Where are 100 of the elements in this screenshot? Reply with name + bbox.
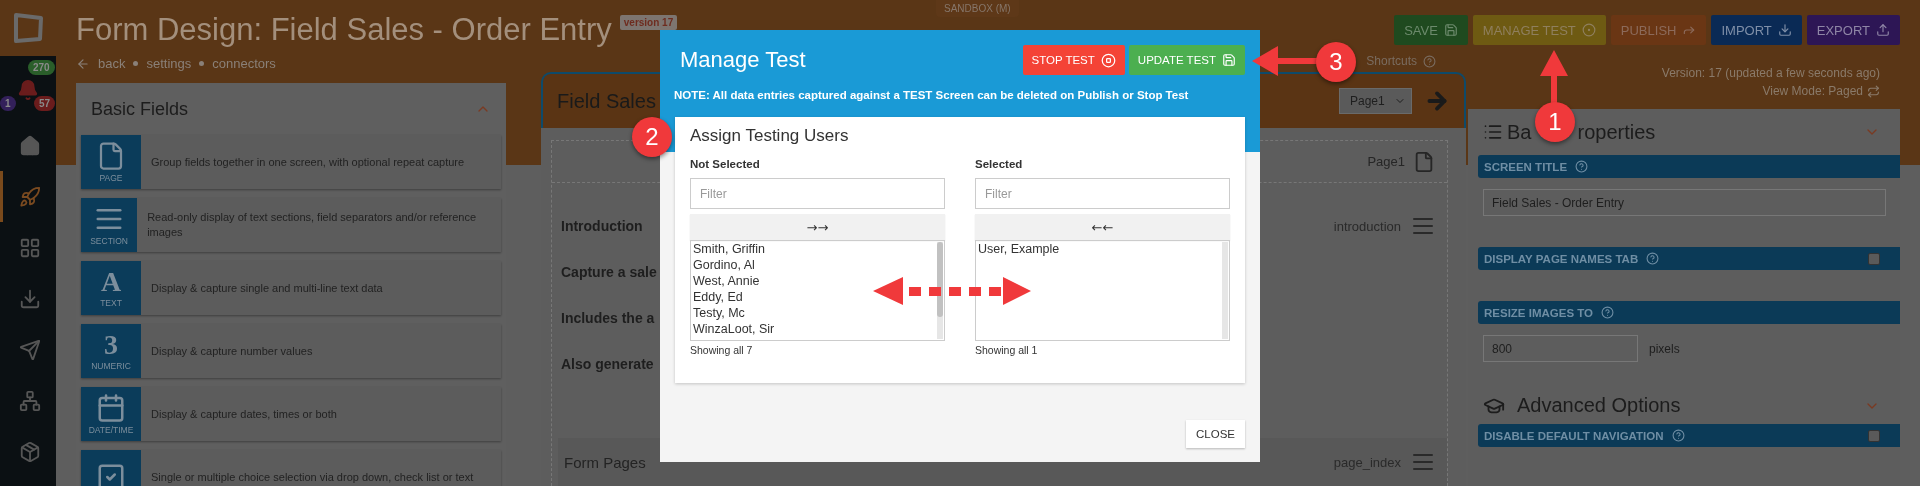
count-badge: 1 [0,96,16,111]
home-icon [18,134,41,157]
breadcrumb-link[interactable]: connectors [212,56,276,71]
field-type-card[interactable]: PAGE Group fields together in one screen, with optional repeat capture [81,135,501,189]
field-text: Capture a sale [561,264,657,280]
count-badge: 57 [34,96,56,111]
user-option[interactable]: Eddy, Ed [693,289,743,305]
update-test-button[interactable]: UPDATE TEST [1128,45,1245,75]
list-icon [1483,122,1503,142]
send-icon [18,338,41,361]
version-badge: version 17 [619,15,678,30]
sandbox-label: SANDBOX (M) [936,0,1019,17]
dot-icon [199,61,205,66]
share-arrow-icon [1682,23,1697,37]
breadcrumb-link[interactable]: back [98,56,126,71]
tile-label: SECTION [90,236,128,246]
field-label: RESIZE IMAGES TO [1484,306,1594,319]
page-select[interactable]: Page1 [1339,88,1412,114]
help-icon[interactable] [1671,429,1685,442]
list-heading: Selected [975,158,1024,170]
pointer-arrow [1538,48,1570,104]
tile-glyph: 3 [104,331,118,359]
dialog-note: NOTE: All data entries captured against a TEST Screen can be deleted on Publish or Stop Test [674,89,1190,101]
user-option[interactable]: West, Annie [693,273,760,289]
text-field[interactable]: Field Sales - Order Entry [1483,189,1886,216]
toggle-icon[interactable] [1867,84,1880,98]
dialog-title: Manage Test [680,47,806,73]
tile-label: PAGE [99,173,123,183]
user-option[interactable]: Testy, Mc [693,305,745,321]
filter-field[interactable]: Filter [690,178,945,209]
field-text: Also generate [561,356,654,372]
import-button[interactable]: IMPORT [1711,15,1802,45]
version-text: Version: 17 (updated a few seconds ago) [1660,65,1880,82]
field-label: DISABLE DEFAULT NAVIGATION [1484,429,1664,442]
close-button[interactable]: CLOSE [1186,420,1245,448]
tile-label: TEXT [100,298,122,308]
download-icon [1777,23,1792,37]
stop-test-button[interactable]: STOP TEST [1022,45,1125,75]
page-icon [1413,150,1435,173]
list-heading: Not Selected [690,158,761,170]
help-icon[interactable] [1423,54,1436,68]
grid-icon [18,236,41,259]
move-all-button[interactable]: →→ [690,214,945,240]
scrollbar-thumb[interactable] [937,242,943,317]
view-mode-text: View Mode: Paged [1762,83,1863,100]
field-label: SCREEN TITLE [1484,160,1568,173]
rocket-icon [18,185,41,208]
help-icon[interactable] [1646,252,1660,265]
stop-icon [1100,52,1116,68]
list-count: Showing all 7 [690,344,754,356]
page-title: Form Design: Field Sales - Order Entry [76,13,612,47]
unit-label: pixels [1649,341,1680,356]
user-list[interactable]: User, Example [975,240,1230,341]
count-badge: 270 [28,60,55,75]
tile-glyph: A [100,268,122,296]
filter-field[interactable]: Filter [975,178,1230,209]
dot-icon [133,61,139,66]
help-icon[interactable] [1575,160,1589,173]
checkbox[interactable] [1868,429,1880,442]
publish-button[interactable]: PUBLISH [1610,15,1707,45]
panel-title-fragment: roperties [1577,120,1656,144]
field-type-card[interactable]: 3 NUMERIC Display & capture number values [81,324,501,378]
field-text: Introduction [561,218,643,234]
user-option[interactable]: Gordino, Al [693,257,755,273]
field-label: DISPLAY PAGE NAMES TAB [1484,252,1639,265]
calendar-icon [96,393,126,423]
shortcuts-link[interactable]: Shortcuts [1366,54,1417,68]
page-name: Page1 [1367,154,1405,169]
field-text: Includes the a [561,310,655,326]
breadcrumb-link[interactable]: settings [146,56,192,71]
package-icon [18,440,41,463]
field-description: Display & capture single and multi-line text data [150,280,384,296]
field-description: Display & capture dates, times or both [150,406,338,422]
logo-icon[interactable] [11,11,45,45]
user-option[interactable]: Smith, Griffin [693,241,765,257]
inbox-icon [18,287,41,310]
form-card-title: Field Sales [557,89,656,113]
tile-label: DATE/TIME [88,425,134,435]
circle-dot-icon [1581,23,1596,37]
checkbox[interactable] [1868,252,1880,265]
list-count: Showing all 1 [975,344,1039,356]
bell-icon[interactable] [17,79,39,101]
section-title: Assign Testing Users [690,126,850,146]
panel-title-fragment: Ba [1507,120,1532,144]
help-icon[interactable] [1601,306,1615,319]
panel-title: Advanced Options [1517,394,1681,417]
panel-title: Basic Fields [91,98,189,120]
move-all-button[interactable]: ←← [975,214,1230,240]
field-description: Display & capture number values [150,343,314,359]
field-description: Group fields together in one screen, with optional repeat capture [150,154,466,170]
save-button[interactable]: SAVE [1394,15,1468,45]
number-field[interactable]: 800 [1483,335,1638,362]
upload-icon [1876,23,1890,37]
tile-label: NUMERIC [91,361,131,371]
field-type-card[interactable]: A TEXT Display & capture single and multi-line text data [81,261,501,315]
user-option[interactable]: WinzaLoot, Sir [693,321,775,337]
user-option[interactable]: User, Example [978,241,1060,257]
export-button[interactable]: EXPORT [1806,15,1900,45]
checkbox-icon [96,462,126,486]
field-type-card[interactable]: DATE/TIME Display & capture dates, times or both [81,387,501,441]
